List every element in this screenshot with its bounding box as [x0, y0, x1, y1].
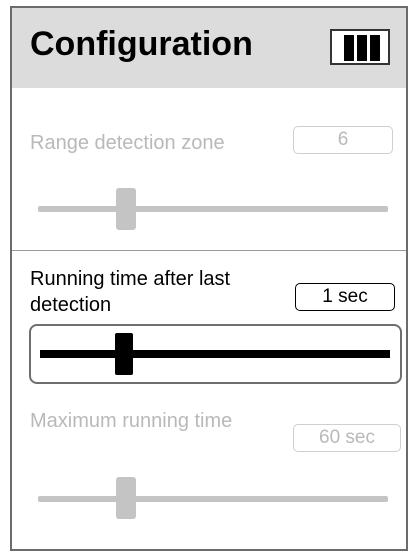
setting-label: Range detection zone — [30, 132, 225, 154]
menu-bar — [370, 35, 380, 61]
slider-thumb[interactable] — [115, 188, 136, 230]
menu-bar — [357, 35, 367, 61]
slider-thumb[interactable] — [115, 477, 136, 519]
slider-track[interactable] — [40, 350, 390, 358]
value-field[interactable]: 6 — [293, 126, 393, 154]
configuration-panel: Configuration Range detection zone 6 Run… — [10, 6, 408, 551]
setting-label: Running time after last detection — [30, 268, 231, 316]
slider-thumb[interactable] — [115, 333, 133, 375]
header: Configuration — [12, 8, 406, 88]
menu-bar — [344, 35, 354, 61]
slider-track[interactable] — [38, 206, 388, 212]
value-field[interactable]: 1 sec — [295, 283, 395, 311]
page-title: Configuration — [30, 25, 253, 63]
divider — [12, 250, 406, 251]
menu-bars-icon[interactable] — [330, 29, 390, 65]
slider-track[interactable] — [38, 496, 388, 502]
setting-label: Maximum running time — [30, 410, 233, 432]
value-field[interactable]: 60 sec — [293, 424, 401, 452]
